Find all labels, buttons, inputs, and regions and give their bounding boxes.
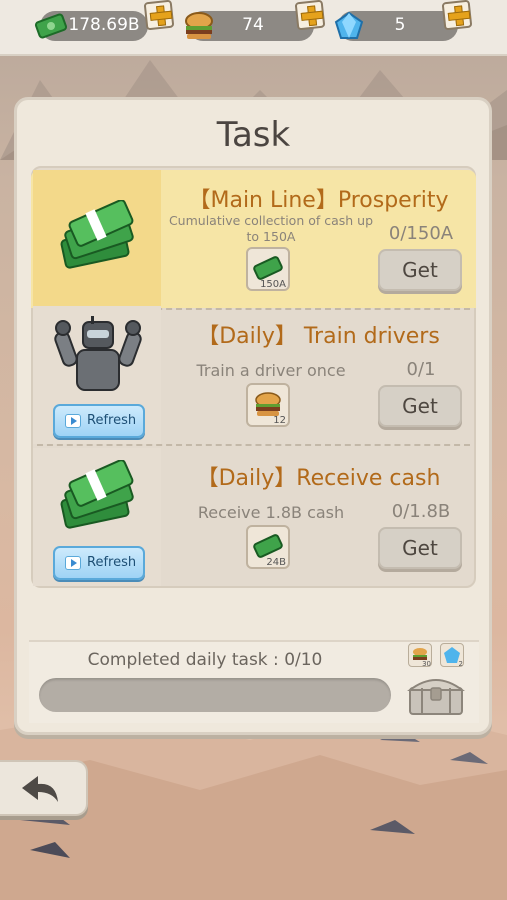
task-description: Cumulative collection of cash up to 150A xyxy=(168,213,374,244)
cash-resource: 178.69B xyxy=(34,11,148,41)
gem-icon xyxy=(334,11,364,39)
task-progress: 0/1.8B xyxy=(391,501,451,522)
task-image-area xyxy=(33,170,161,308)
task-image-area: Refresh xyxy=(33,306,161,444)
refresh-label: Refresh xyxy=(87,555,137,570)
task-title: 【Daily】 Train drivers xyxy=(197,324,440,349)
task-image-area: Refresh xyxy=(33,448,161,586)
cash-value: 178.69B xyxy=(68,15,140,35)
task-progress: 0/150A xyxy=(388,223,454,244)
gem-value: 5 xyxy=(394,15,406,35)
refresh-button[interactable]: Refresh xyxy=(53,546,145,580)
treasure-chest-icon[interactable] xyxy=(404,670,468,718)
task-row: Refresh 【Daily】 Train drivers Train a dr… xyxy=(31,306,476,446)
robot-driver-icon xyxy=(54,316,142,391)
chest-reward-amount: 30 xyxy=(422,660,431,668)
chest-reward-burger: 30 xyxy=(408,643,432,668)
task-reward: 150A xyxy=(246,247,290,291)
task-title: 【Main Line】Prosperity xyxy=(188,188,449,213)
chest-reward-gem: 2 xyxy=(440,643,464,668)
task-row: 【Main Line】Prosperity Cumulative collect… xyxy=(31,170,476,310)
video-icon xyxy=(65,414,81,428)
task-description: Receive 1.8B cash xyxy=(197,503,345,522)
back-button[interactable] xyxy=(0,760,88,816)
get-button[interactable]: Get xyxy=(378,527,462,569)
resource-bar: 178.69B 74 5 xyxy=(0,0,507,56)
row-divider xyxy=(37,444,470,446)
chest-reward-amount: 2 xyxy=(458,660,463,668)
burger-value: 74 xyxy=(242,15,264,35)
reward-amount: 150A xyxy=(260,279,286,290)
gem-resource: 5 xyxy=(334,11,458,41)
task-title: 【Daily】Receive cash xyxy=(196,466,441,491)
refresh-label: Refresh xyxy=(87,413,137,428)
get-button[interactable]: Get xyxy=(378,249,462,291)
task-progress: 0/1 xyxy=(406,359,436,380)
add-cash-button[interactable] xyxy=(143,0,175,31)
add-burger-button[interactable] xyxy=(294,0,326,31)
daily-progress-label: Completed daily task : 0/10 xyxy=(87,650,323,670)
cash-stack-icon xyxy=(60,200,134,269)
reward-amount: 12 xyxy=(273,415,286,426)
cash-stack-icon xyxy=(60,460,134,529)
back-arrow-icon xyxy=(22,776,58,802)
task-description: Train a driver once xyxy=(196,361,346,380)
panel-title: Task xyxy=(216,115,291,155)
burger-icon xyxy=(185,12,213,39)
add-gem-button[interactable] xyxy=(441,0,473,31)
task-row: Refresh 【Daily】Receive cash Receive 1.8B… xyxy=(31,448,476,586)
video-icon xyxy=(65,556,81,570)
task-reward: 12 xyxy=(246,383,290,427)
refresh-button[interactable]: Refresh xyxy=(53,404,145,438)
reward-amount: 24B xyxy=(266,557,286,568)
task-reward: 24B xyxy=(246,525,290,569)
get-button[interactable]: Get xyxy=(378,385,462,427)
cash-icon xyxy=(34,13,68,39)
daily-progress-bar xyxy=(39,678,391,712)
